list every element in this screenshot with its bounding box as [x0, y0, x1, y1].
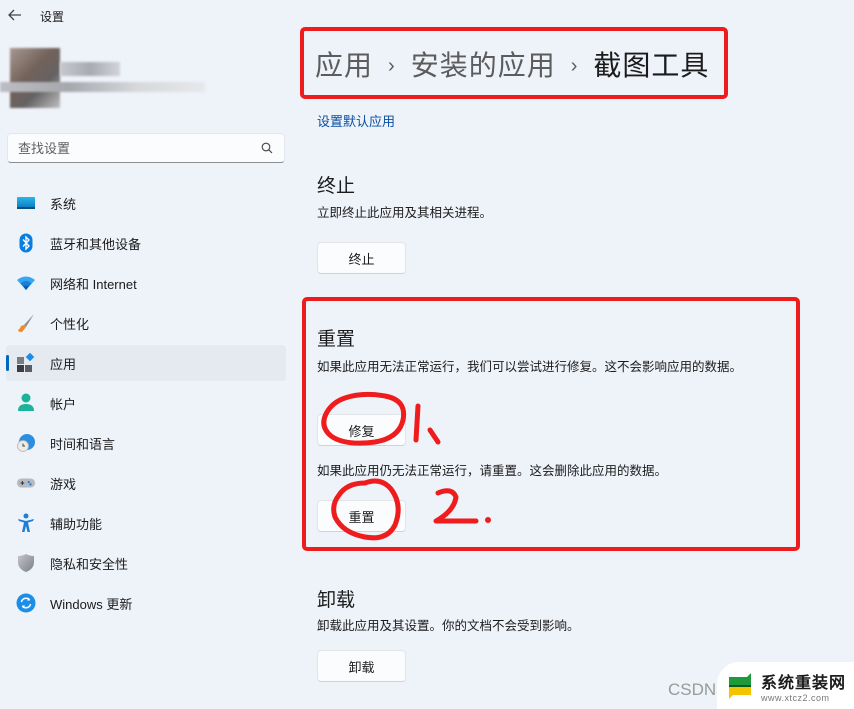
- breadcrumb-item-apps[interactable]: 应用: [315, 46, 373, 86]
- sidebar-nav: 系统 蓝牙和其他设备 网络和 Internet 个性化 应用 帐户 时间和语言 …: [6, 185, 286, 625]
- sidebar-item-label: 帐户: [50, 396, 77, 412]
- reset-title: 重置: [317, 329, 356, 350]
- wifi-icon: [16, 273, 36, 293]
- sidebar-item-label: 隐私和安全性: [50, 556, 129, 572]
- watermark-site-name: 系统重装网: [761, 674, 847, 692]
- app-title: 设置: [40, 10, 65, 24]
- sidebar-item-label: 个性化: [50, 316, 90, 332]
- terminate-button[interactable]: 终止: [317, 242, 406, 274]
- uninstall-title: 卸载: [317, 590, 356, 611]
- sidebar-item-accessibility[interactable]: 辅助功能: [6, 505, 286, 541]
- site-logo-icon: [729, 672, 751, 699]
- search-icon[interactable]: [260, 141, 274, 155]
- gamepad-icon: [16, 473, 36, 493]
- sidebar-item-system[interactable]: 系统: [6, 185, 286, 221]
- watermark-csdn: CSDN: [668, 680, 717, 699]
- bluetooth-icon: [16, 233, 36, 253]
- sidebar-item-label: 应用: [50, 356, 77, 372]
- breadcrumb-separator: ›: [388, 55, 396, 77]
- back-button[interactable]: [4, 4, 26, 26]
- arrow-left-icon: [8, 9, 21, 21]
- watermark-site: 系统重装网 www.xtcz2.com: [717, 662, 854, 709]
- sidebar-item-label: 游戏: [50, 476, 77, 492]
- sidebar-item-bluetooth[interactable]: 蓝牙和其他设备: [6, 225, 286, 261]
- avatar: [10, 48, 60, 108]
- shield-icon: [16, 553, 36, 573]
- main-content: 应用 › 安装的应用 › 截图工具 设置默认应用 终止 立即终止此应用及其相关进…: [300, 0, 854, 709]
- breadcrumb: 应用 › 安装的应用 › 截图工具: [315, 46, 709, 86]
- terminate-title: 终止: [317, 176, 356, 197]
- uninstall-description: 卸载此应用及其设置。你的文档不会受到影响。: [317, 619, 580, 633]
- terminate-description: 立即终止此应用及其相关进程。: [317, 206, 493, 220]
- sidebar-item-label: 网络和 Internet: [50, 276, 137, 292]
- search-box[interactable]: [7, 133, 285, 163]
- brush-icon: [16, 313, 36, 333]
- sidebar-item-accounts[interactable]: 帐户: [6, 385, 286, 421]
- breadcrumb-separator: ›: [570, 55, 579, 77]
- reset-button[interactable]: 重置: [317, 500, 406, 532]
- sidebar-item-label: 系统: [50, 196, 77, 212]
- reset-description: 如果此应用仍无法正常运行，请重置。这会删除此应用的数据。: [317, 464, 668, 478]
- breadcrumb-item-current: 截图工具: [593, 50, 710, 81]
- user-email-redacted: [0, 82, 205, 92]
- sidebar-item-network[interactable]: 网络和 Internet: [6, 265, 286, 301]
- sidebar-item-label: 辅助功能: [50, 516, 103, 532]
- uninstall-button[interactable]: 卸载: [317, 650, 406, 682]
- sidebar-item-label: Windows 更新: [50, 596, 133, 612]
- sidebar-item-label: 蓝牙和其他设备: [50, 236, 142, 252]
- watermark-site-url: www.xtcz2.com: [761, 692, 830, 703]
- sidebar-item-apps[interactable]: 应用: [6, 345, 286, 381]
- account-icon: [16, 393, 36, 413]
- sidebar-item-privacy[interactable]: 隐私和安全性: [6, 545, 286, 581]
- sidebar-item-personalization[interactable]: 个性化: [6, 305, 286, 341]
- search-input[interactable]: [18, 140, 260, 156]
- user-profile[interactable]: [0, 44, 210, 110]
- repair-description: 如果此应用无法正常运行，我们可以尝试进行修复。这不会影响应用的数据。: [317, 360, 743, 374]
- sidebar-item-windows-update[interactable]: Windows 更新: [6, 585, 286, 621]
- time-language-icon: [16, 433, 36, 453]
- sidebar-item-time-language[interactable]: 时间和语言: [6, 425, 286, 461]
- user-name-redacted: [60, 62, 120, 76]
- set-default-apps-link[interactable]: 设置默认应用: [317, 111, 395, 130]
- breadcrumb-item-installed-apps[interactable]: 安装的应用: [411, 46, 556, 86]
- accessibility-icon: [16, 513, 36, 533]
- sidebar-item-gaming[interactable]: 游戏: [6, 465, 286, 501]
- windows-update-icon: [16, 593, 36, 613]
- system-icon: [16, 193, 36, 213]
- repair-button[interactable]: 修复: [317, 414, 406, 446]
- sidebar-item-label: 时间和语言: [50, 436, 116, 452]
- apps-icon: [16, 353, 36, 373]
